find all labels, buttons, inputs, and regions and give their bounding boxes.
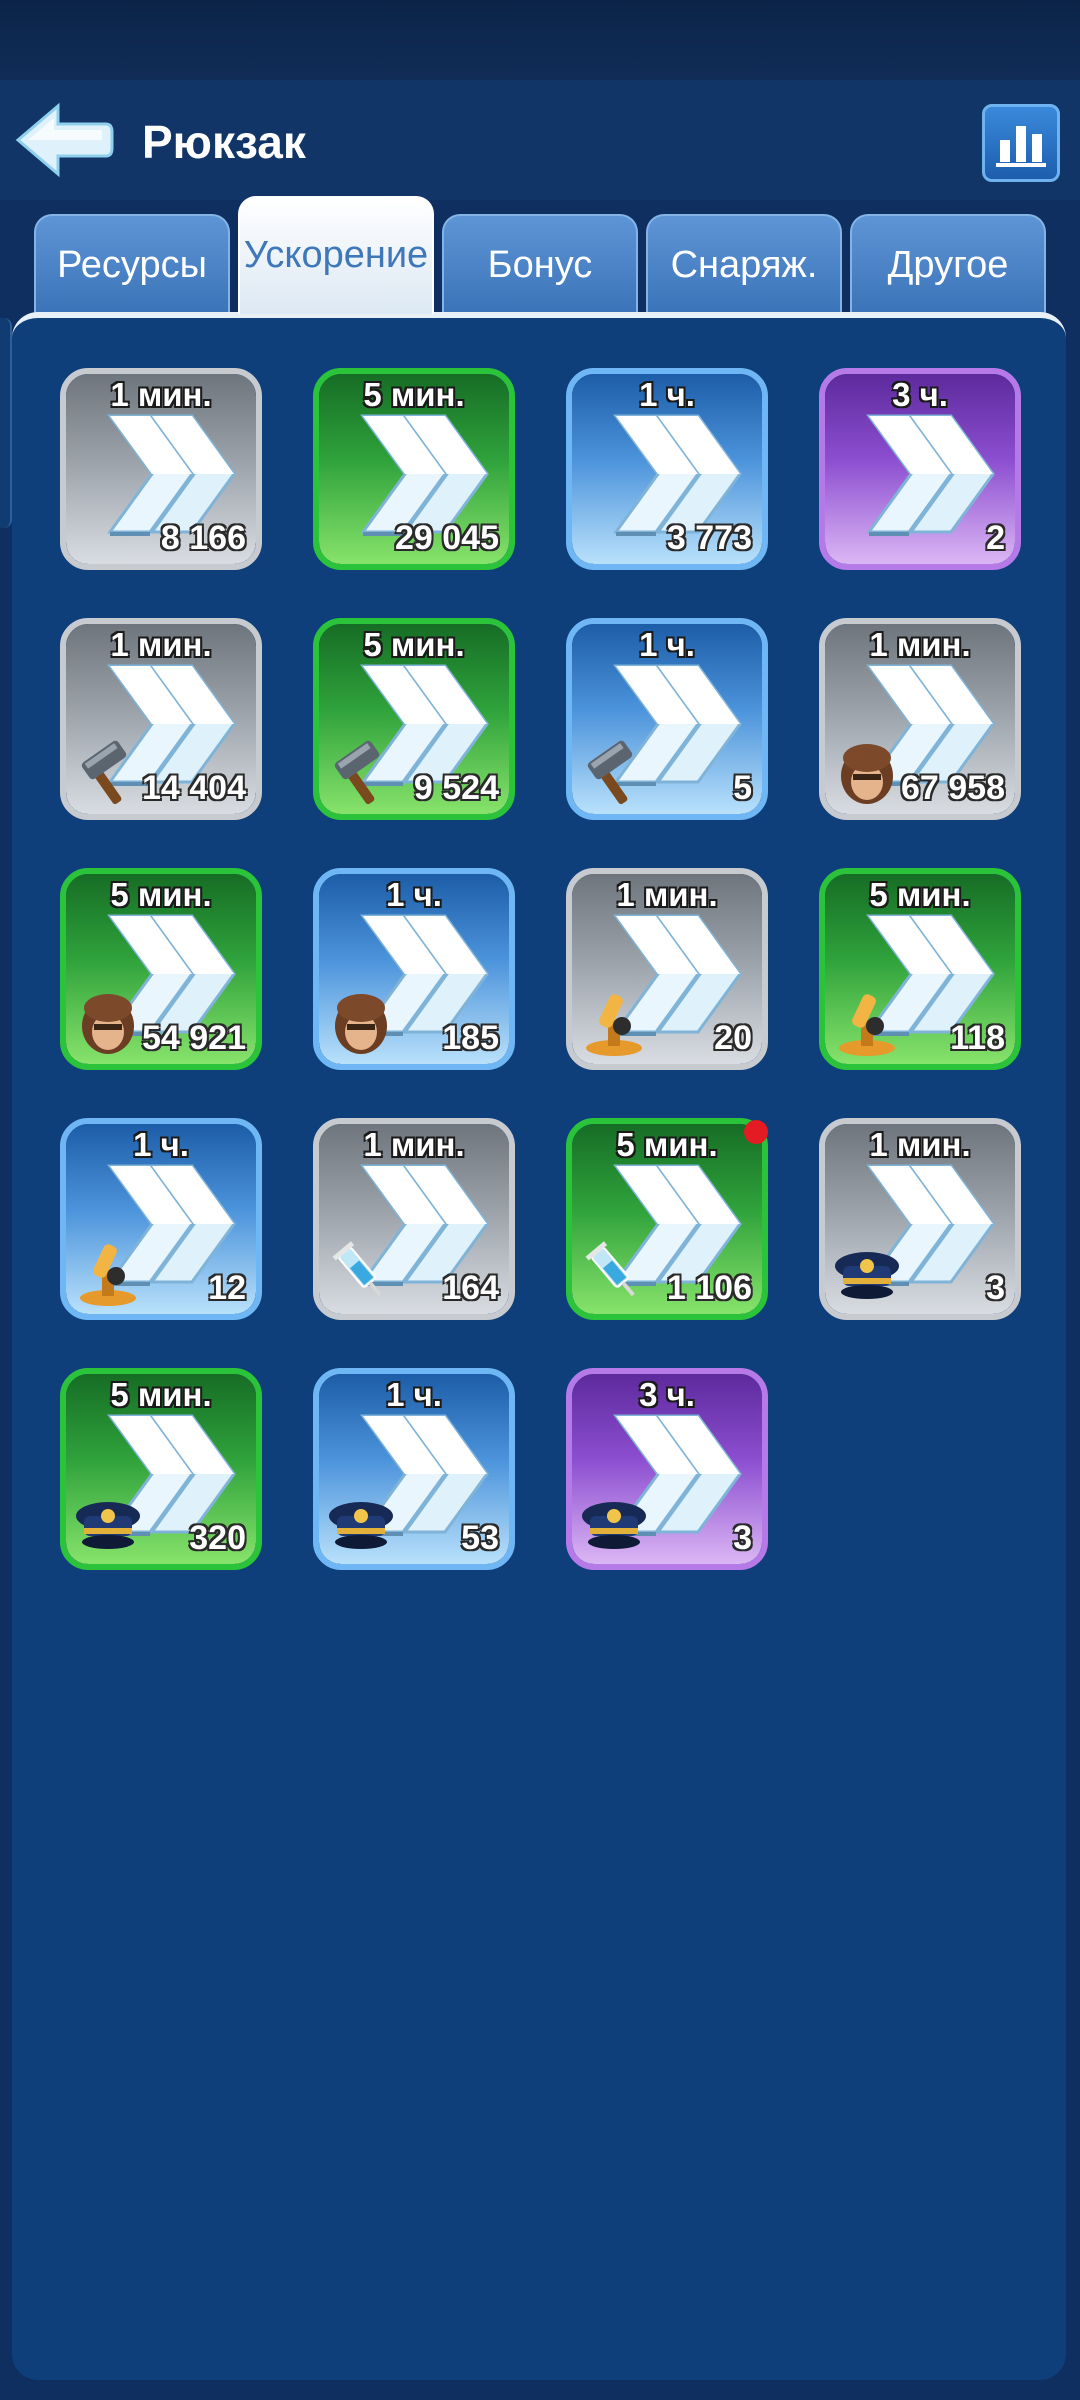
item-count: 3 773: [666, 519, 752, 557]
hammer-icon: [578, 736, 650, 808]
item-count: 185: [442, 1019, 499, 1057]
syringe-icon: [578, 1236, 650, 1308]
item-count: 5: [733, 769, 752, 807]
item-duration: 5 мин.: [869, 876, 971, 913]
speedup-item[interactable]: 5 мин. 118: [819, 868, 1021, 1070]
item-count: 29 045: [395, 519, 499, 557]
back-arrow-icon: [15, 102, 114, 178]
microscope-icon: [578, 986, 650, 1058]
soldier-helmet-icon: [325, 986, 397, 1058]
item-count: 3: [986, 1269, 1005, 1307]
speedup-item[interactable]: 1 мин. 67 958: [819, 618, 1021, 820]
item-duration: 5 мин.: [363, 626, 465, 663]
item-duration: 1 мин.: [869, 626, 971, 663]
item-duration: 5 мин.: [110, 1376, 212, 1413]
item-count: 12: [208, 1269, 246, 1307]
officer-cap-icon: [578, 1486, 650, 1558]
item-duration: 3 ч.: [892, 376, 948, 413]
microscope-icon: [72, 1236, 144, 1308]
item-count: 2: [986, 519, 1005, 557]
item-count: 67 958: [901, 769, 1005, 807]
item-duration: 1 ч.: [386, 876, 442, 913]
page-title: Рюкзак: [142, 116, 306, 168]
item-count: 1 106: [666, 1269, 752, 1307]
officer-cap-icon: [831, 1236, 903, 1308]
officer-cap-icon: [72, 1486, 144, 1558]
speedup-item[interactable]: 1 ч. 12: [60, 1118, 262, 1320]
hammer-icon: [72, 736, 144, 808]
syringe-icon: [325, 1236, 397, 1308]
item-duration: 1 ч.: [386, 1376, 442, 1413]
item-duration: 1 мин.: [616, 876, 718, 913]
tab-resources[interactable]: Ресурсы: [34, 214, 230, 314]
speedup-item[interactable]: 1 ч. 185: [313, 868, 515, 1070]
item-duration: 1 мин.: [363, 1126, 465, 1163]
item-count: 320: [189, 1519, 246, 1557]
stats-button[interactable]: [982, 104, 1060, 182]
tab-speedup[interactable]: Ускорение: [238, 196, 434, 314]
speedup-item[interactable]: 3 ч. 2: [819, 368, 1021, 570]
speedup-item[interactable]: 5 мин. 29 045: [313, 368, 515, 570]
item-count: 54 921: [142, 1019, 246, 1057]
tab-other[interactable]: Другое: [850, 214, 1046, 314]
soldier-helmet-icon: [72, 986, 144, 1058]
item-duration: 5 мин.: [363, 376, 465, 413]
speedup-item[interactable]: 1 мин. 20: [566, 868, 768, 1070]
item-duration: 3 ч.: [639, 1376, 695, 1413]
speedup-item[interactable]: 3 ч. 3: [566, 1368, 768, 1570]
speedup-item[interactable]: 1 мин. 14 404: [60, 618, 262, 820]
item-duration: 1 ч.: [639, 376, 695, 413]
officer-cap-icon: [325, 1486, 397, 1558]
tab-equipment[interactable]: Снаряж.: [646, 214, 842, 314]
item-duration: 1 ч.: [639, 626, 695, 663]
item-duration: 1 ч.: [133, 1126, 189, 1163]
side-handle[interactable]: [0, 318, 12, 528]
tab-bonus[interactable]: Бонус: [442, 214, 638, 314]
microscope-icon: [831, 986, 903, 1058]
item-duration: 5 мин.: [616, 1126, 718, 1163]
bar-chart-icon: [996, 126, 1046, 167]
speedup-item[interactable]: 5 мин. 320: [60, 1368, 262, 1570]
soldier-helmet-icon: [831, 736, 903, 808]
speedup-arrows-icon: [866, 414, 995, 536]
item-count: 118: [950, 1019, 1005, 1057]
speedup-item[interactable]: 1 ч. 5: [566, 618, 768, 820]
item-duration: 1 мин.: [110, 626, 212, 663]
item-count: 8 166: [160, 519, 246, 557]
status-bar: [0, 0, 1080, 80]
back-button[interactable]: [14, 100, 114, 180]
speedup-item[interactable]: 1 мин. 3: [819, 1118, 1021, 1320]
speedup-item[interactable]: 5 мин. 1 106: [566, 1118, 768, 1320]
item-count: 20: [714, 1019, 752, 1057]
item-duration: 1 мин.: [869, 1126, 971, 1163]
item-count: 3: [733, 1519, 752, 1557]
speedup-item[interactable]: 1 мин. 8 166: [60, 368, 262, 570]
item-count: 164: [442, 1269, 499, 1307]
notification-dot: [744, 1120, 768, 1144]
item-count: 14 404: [142, 769, 246, 807]
tab-bar: Ресурсы Ускорение Бонус Снаряж. Другое: [0, 196, 1080, 314]
speedup-item[interactable]: 1 мин. 164: [313, 1118, 515, 1320]
item-duration: 1 мин.: [110, 376, 212, 413]
speedup-item[interactable]: 5 мин. 54 921: [60, 868, 262, 1070]
item-count: 53: [461, 1519, 499, 1557]
item-duration: 5 мин.: [110, 876, 212, 913]
speedup-item[interactable]: 5 мин. 9 524: [313, 618, 515, 820]
hammer-icon: [325, 736, 397, 808]
speedup-item[interactable]: 1 ч. 3 773: [566, 368, 768, 570]
item-count: 9 524: [413, 769, 499, 807]
speedup-item[interactable]: 1 ч. 53: [313, 1368, 515, 1570]
